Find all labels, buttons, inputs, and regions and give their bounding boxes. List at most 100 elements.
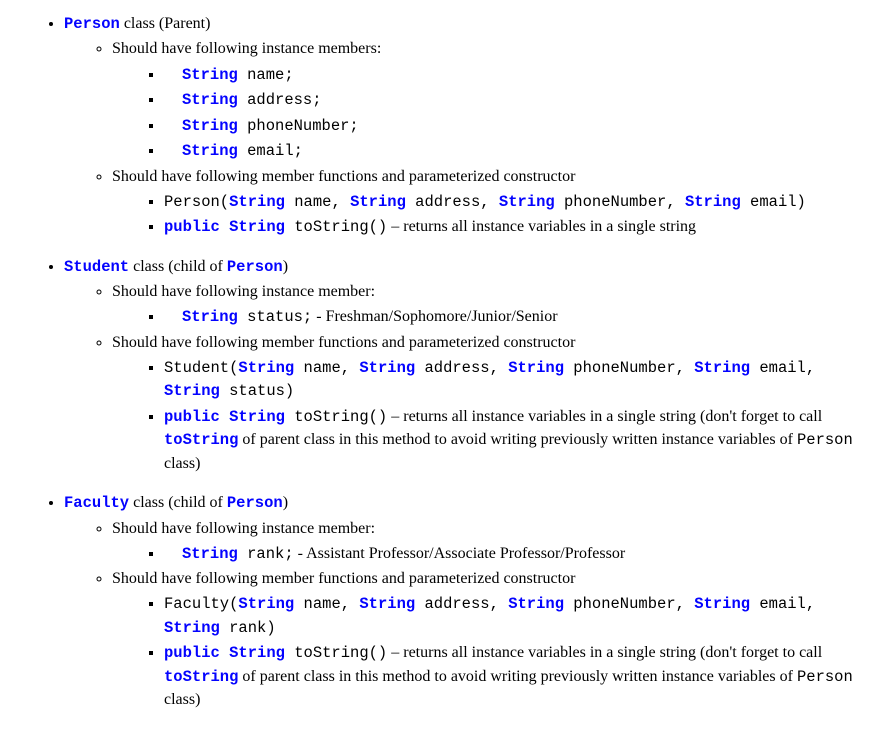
tostring-desc: returns all instance variables in a sing… [403, 644, 822, 661]
ctor-seg: address, [415, 595, 508, 613]
faculty-members-list: String rank; - Assistant Professor/Assoc… [112, 542, 858, 565]
list-item: String rank; - Assistant Professor/Assoc… [164, 542, 858, 565]
string-keyword: String [359, 359, 415, 377]
list-item: public String toString() – returns all i… [164, 405, 858, 475]
tostring-kw: toString [164, 431, 238, 449]
student-title-b: ) [283, 258, 288, 275]
faculty-funcs-intro: Should have following member functions a… [112, 567, 858, 711]
string-keyword: String [499, 193, 555, 211]
string-keyword: String [238, 359, 294, 377]
list-item: String email; [164, 139, 858, 162]
tostring-mid: toString() [285, 218, 387, 236]
ctor-seg: name, [294, 595, 359, 613]
faculty-funcs-intro-text: Should have following member functions a… [112, 570, 575, 587]
ctor-seg: address, [415, 359, 508, 377]
string-keyword: String [694, 595, 750, 613]
faculty-sublist: Should have following instance member: S… [64, 517, 858, 712]
list-item: public String toString() – returns all i… [164, 215, 858, 238]
tostring-desc2a: of parent class in this method to avoid … [238, 431, 797, 448]
string-keyword: String [508, 595, 564, 613]
ctor-pre: Person( [164, 193, 229, 211]
student-funcs-intro-text: Should have following member functions a… [112, 334, 575, 351]
faculty-funcs-list: Faculty(String name, String address, Str… [112, 592, 858, 711]
member-desc: - Freshman/Sophomore/Junior/Senior [312, 308, 557, 325]
string-keyword: String [350, 193, 406, 211]
class-list: Person class (Parent) Should have follow… [20, 12, 858, 711]
string-keyword: String [164, 382, 220, 400]
list-item: Faculty(String name, String address, Str… [164, 592, 858, 639]
student-members-intro: Should have following instance member: S… [112, 280, 858, 329]
list-item: Person(String name, String address, Stri… [164, 190, 858, 213]
student-parent-keyword: Person [227, 258, 283, 276]
tostring-desc: returns all instance variables in a sing… [403, 218, 696, 235]
tostring-desc2a: of parent class in this method to avoid … [238, 668, 797, 685]
string-keyword: String [182, 66, 238, 84]
tostring-pre: public String [164, 644, 285, 662]
list-item: String name; [164, 63, 858, 86]
ctor-seg: name, [294, 359, 359, 377]
ctor-seg: email) [741, 193, 806, 211]
string-keyword: String [685, 193, 741, 211]
person-members-intro-text: Should have following instance members: [112, 40, 381, 57]
ctor-seg: email, [750, 359, 815, 377]
tostring-desc2b: class) [164, 691, 200, 708]
faculty-title-b: ) [283, 494, 288, 511]
list-item: Student(String name, String address, Str… [164, 356, 858, 403]
list-item: String status; - Freshman/Sophomore/Juni… [164, 305, 858, 328]
faculty-members-intro: Should have following instance member: S… [112, 517, 858, 566]
tostring-kw: toString [164, 668, 238, 686]
list-item: public String toString() – returns all i… [164, 641, 858, 711]
tostring-code: Person [797, 668, 853, 686]
string-keyword: String [182, 308, 238, 326]
member-name: address; [238, 91, 322, 109]
string-keyword: String [182, 91, 238, 109]
ctor-seg: phoneNumber, [564, 359, 694, 377]
person-item: Person class (Parent) Should have follow… [64, 12, 858, 239]
member-name: rank; [238, 545, 294, 563]
string-keyword: String [164, 619, 220, 637]
member-name: status; [238, 308, 312, 326]
faculty-keyword: Faculty [64, 494, 129, 512]
member-name: email; [238, 142, 303, 160]
string-keyword: String [182, 117, 238, 135]
ctor-pre: Faculty( [164, 595, 238, 613]
tostring-code: Person [797, 431, 853, 449]
dash: – [387, 644, 403, 661]
person-members-intro: Should have following instance members: … [112, 37, 858, 162]
ctor-seg: name, [285, 193, 350, 211]
tostring-pre: public String [164, 408, 285, 426]
member-desc: - Assistant Professor/Associate Professo… [294, 545, 626, 562]
tostring-mid: toString() [285, 408, 387, 426]
student-funcs-intro: Should have following member functions a… [112, 331, 858, 475]
dash: – [387, 408, 403, 425]
ctor-seg: status) [220, 382, 294, 400]
student-title-a: class (child of [129, 258, 227, 275]
ctor-seg: phoneNumber, [555, 193, 685, 211]
person-members-list: String name; String address; String phon… [112, 63, 858, 163]
string-keyword: String [694, 359, 750, 377]
string-keyword: String [238, 595, 294, 613]
faculty-title-a: class (child of [129, 494, 227, 511]
student-sublist: Should have following instance member: S… [64, 280, 858, 475]
student-members-list: String status; - Freshman/Sophomore/Juni… [112, 305, 858, 328]
member-name: name; [238, 66, 294, 84]
tostring-desc: returns all instance variables in a sing… [403, 408, 822, 425]
faculty-item: Faculty class (child of Person) Should h… [64, 491, 858, 711]
faculty-parent-keyword: Person [227, 494, 283, 512]
member-name: phoneNumber; [238, 117, 359, 135]
string-keyword: String [182, 545, 238, 563]
student-members-intro-text: Should have following instance member: [112, 283, 375, 300]
string-keyword: String [508, 359, 564, 377]
string-keyword: String [359, 595, 415, 613]
person-funcs-intro-text: Should have following member functions a… [112, 168, 575, 185]
dash: – [387, 218, 403, 235]
ctor-seg: rank) [220, 619, 276, 637]
student-keyword: Student [64, 258, 129, 276]
list-item: String address; [164, 88, 858, 111]
ctor-seg: phoneNumber, [564, 595, 694, 613]
student-funcs-list: Student(String name, String address, Str… [112, 356, 858, 475]
person-keyword: Person [64, 15, 120, 33]
ctor-pre: Student( [164, 359, 238, 377]
person-sublist: Should have following instance members: … [64, 37, 858, 238]
person-title-rest: class (Parent) [120, 15, 211, 32]
